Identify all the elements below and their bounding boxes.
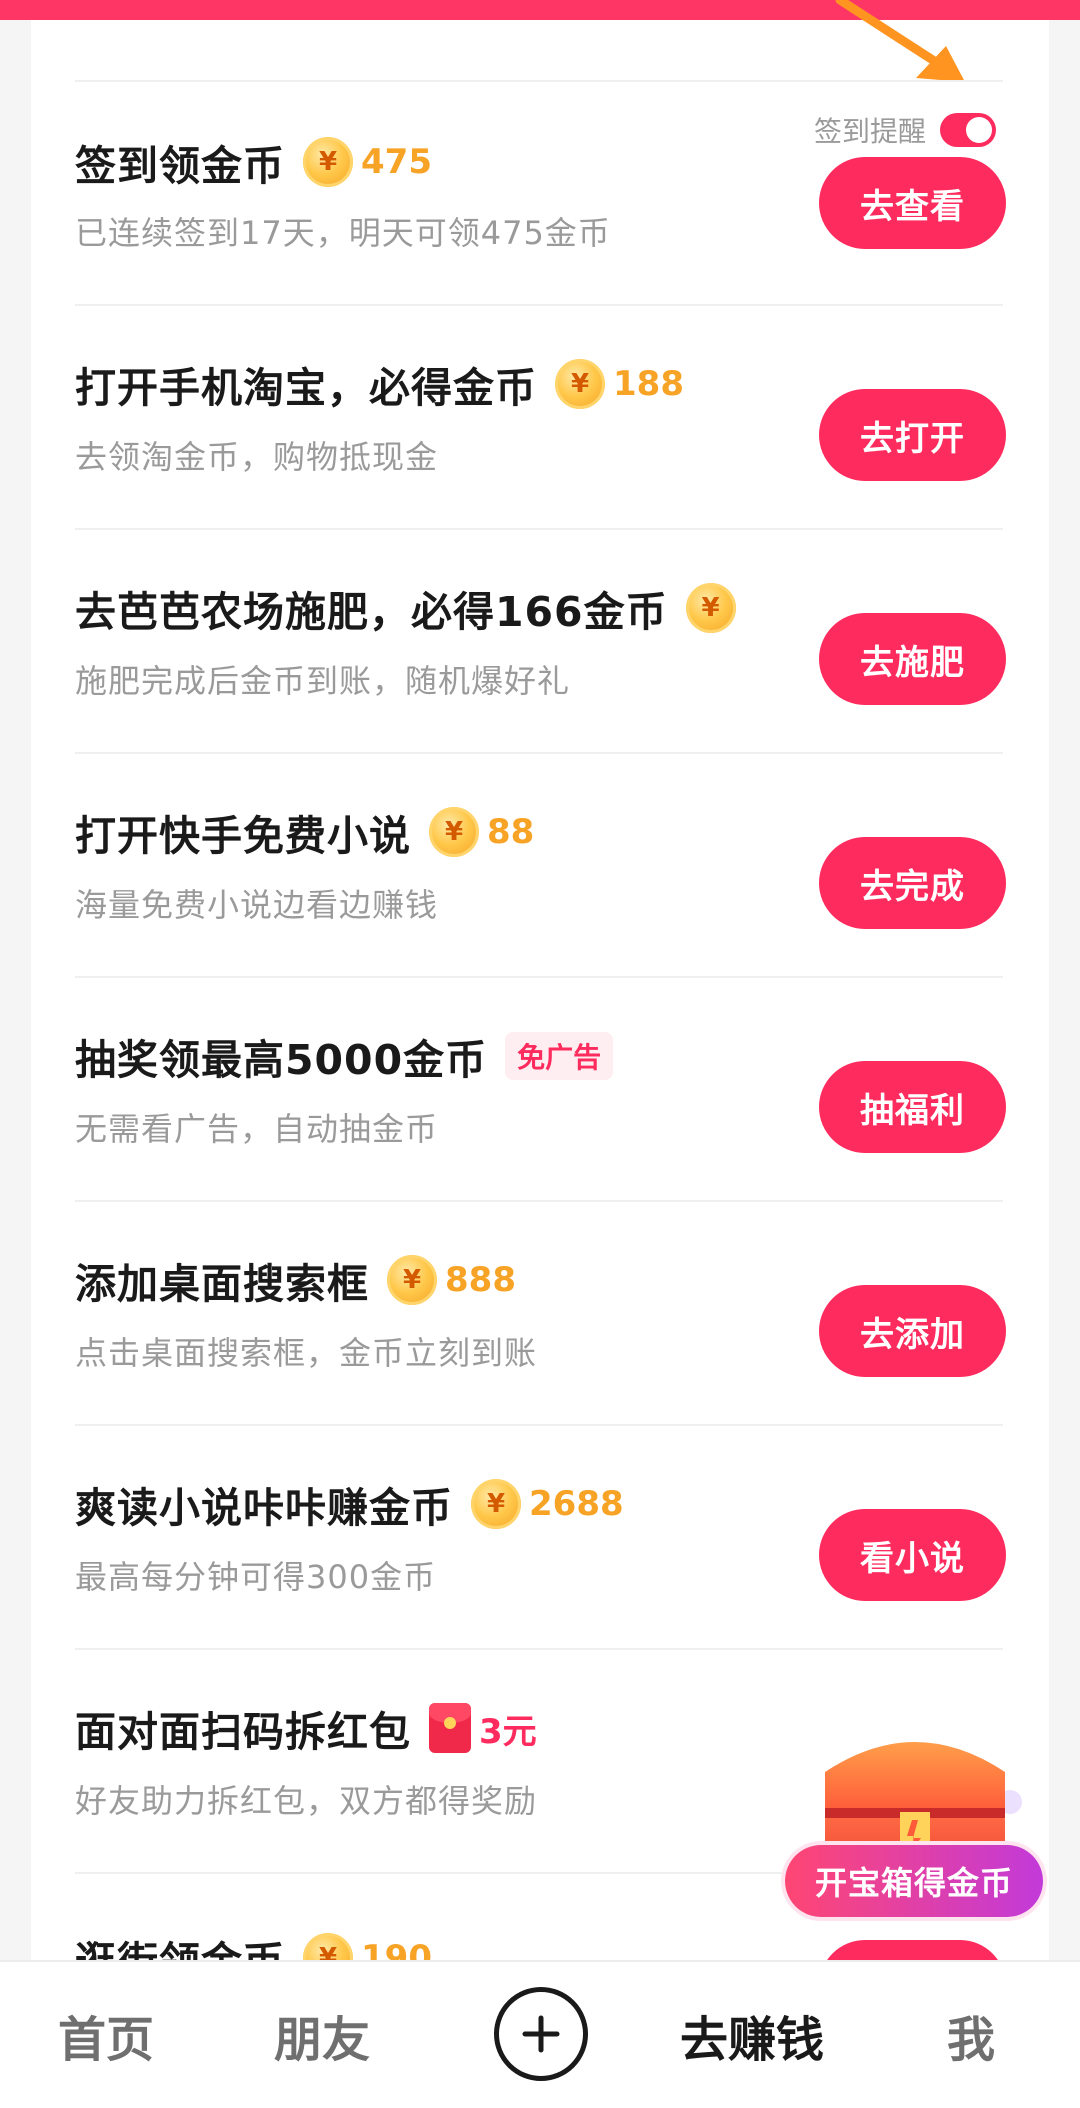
task-taobao: 打开手机淘宝，必得金币 ¥ 188 去领淘金币，购物抵现金 去打开 [0, 304, 1080, 528]
task-desc: 已连续签到17天，明天可领475金币 [75, 214, 611, 252]
task-read-novel: 爽读小说咔咔赚金币 ¥ 2688 最高每分钟可得300金币 看小说 [0, 1424, 1080, 1648]
task-reward: 88 [487, 812, 535, 852]
pointer-arrow-icon [835, 0, 965, 82]
coin-icon: ¥ [471, 1479, 521, 1529]
toggle-knob [966, 117, 993, 143]
task-lottery: 抽奖领最高5000金币 免广告 无需看广告，自动抽金币 抽福利 [0, 976, 1080, 1200]
task-title: 抽奖领最高5000金币 [75, 1036, 488, 1084]
task-reward: 888 [445, 1260, 516, 1300]
nav-me[interactable]: 我 [947, 2000, 995, 2070]
coin-icon: ¥ [685, 583, 736, 633]
treasure-chest-label[interactable]: 开宝箱得金币 [785, 1845, 1043, 1917]
task-title: 打开手机淘宝，必得金币 [75, 364, 537, 412]
task-button-check[interactable]: 去查看 [819, 157, 1006, 249]
task-novel: 打开快手免费小说 ¥ 88 海量免费小说边看边赚钱 去完成 [0, 752, 1080, 976]
task-button-read[interactable]: 看小说 [819, 1509, 1006, 1601]
plus-icon [522, 2015, 560, 2053]
bottom-nav: 首页 朋友 去赚钱 我 [0, 1960, 1080, 2108]
signin-reminder: 签到提醒 [814, 110, 997, 150]
task-title: 添加桌面搜索框 [75, 1260, 369, 1308]
task-reward: 188 [613, 364, 684, 404]
task-button-shopping[interactable] [819, 1940, 1006, 1960]
coin-icon: ¥ [303, 137, 353, 187]
nav-friends[interactable]: 朋友 [274, 2000, 370, 2070]
task-reward: 475 [361, 142, 432, 182]
task-title: 去芭芭农场施肥，必得166金币 [75, 588, 668, 636]
create-button[interactable] [494, 1987, 588, 2081]
task-desc: 去领淘金币，购物抵现金 [75, 438, 439, 476]
task-title: 爽读小说咔咔赚金币 [75, 1484, 453, 1532]
task-button-fertilize[interactable]: 去施肥 [819, 613, 1006, 705]
task-title: 打开快手免费小说 [75, 812, 411, 860]
task-desc: 好友助力拆红包，双方都得奖励 [75, 1782, 538, 1820]
coin-icon: ¥ [429, 807, 479, 857]
red-packet-icon [429, 1703, 471, 1753]
task-reward: 190 [361, 1938, 432, 1960]
task-desc: 点击桌面搜索框，金币立刻到账 [75, 1334, 538, 1372]
signin-reminder-toggle[interactable] [940, 113, 997, 147]
task-button-lottery[interactable]: 抽福利 [819, 1061, 1006, 1153]
nav-earn[interactable]: 去赚钱 [680, 2000, 824, 2070]
task-button-complete[interactable]: 去完成 [819, 837, 1006, 929]
task-desc: 海量免费小说边看边赚钱 [75, 886, 439, 924]
signin-reminder-label: 签到提醒 [814, 115, 927, 148]
task-desc: 无需看广告，自动抽金币 [75, 1110, 439, 1148]
task-title: 面对面扫码拆红包 [75, 1708, 411, 1756]
task-reward: 3元 [479, 1711, 537, 1752]
task-desc: 施肥完成后金币到账，随机爆好礼 [75, 662, 571, 700]
task-button-add[interactable]: 去添加 [819, 1285, 1006, 1377]
task-reward: 2688 [529, 1484, 624, 1524]
coin-icon: ¥ [555, 359, 605, 409]
task-title: 逛街领金币 [75, 1928, 285, 1960]
task-title: 签到领金币 [75, 142, 285, 190]
nav-home[interactable]: 首页 [58, 2000, 154, 2070]
coin-icon: ¥ [303, 1933, 353, 1960]
no-ads-badge: 免广告 [505, 1032, 614, 1080]
task-search-widget: 添加桌面搜索框 ¥ 888 点击桌面搜索框，金币立刻到账 去添加 [0, 1200, 1080, 1424]
task-button-open[interactable]: 去打开 [819, 389, 1006, 481]
task-farm: 去芭芭农场施肥，必得166金币 ¥ 施肥完成后金币到账，随机爆好礼 去施肥 [0, 528, 1080, 752]
coin-icon: ¥ [387, 1255, 437, 1305]
task-desc: 最高每分钟可得300金币 [75, 1558, 437, 1596]
